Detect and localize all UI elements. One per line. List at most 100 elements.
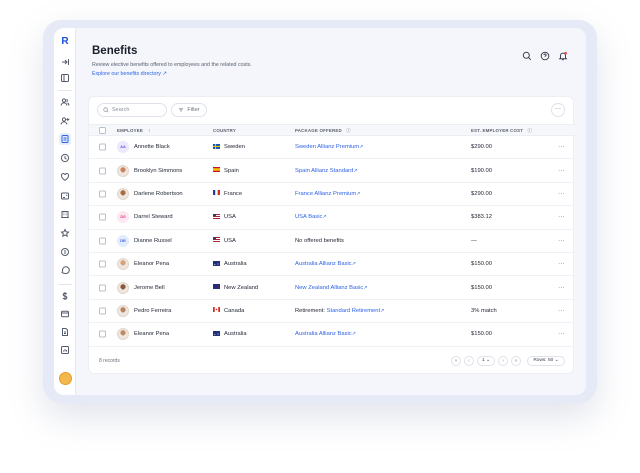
row-menu-button[interactable]: ··· bbox=[558, 308, 565, 314]
table-row[interactable]: AA Annette Black Sweden Sweden Allianz Prem… bbox=[89, 136, 575, 160]
document-icon[interactable] bbox=[59, 326, 71, 338]
employee-country: New Zealand bbox=[213, 284, 258, 291]
table-row[interactable]: Eleanor Pena Australia Australia Allianz B… bbox=[89, 323, 575, 347]
package-link[interactable]: USA Basic↗ bbox=[295, 214, 327, 220]
chat-icon[interactable] bbox=[59, 264, 71, 276]
table-row[interactable]: DS Darrel Steward USA USA Basic↗ $383.12 ··· bbox=[89, 206, 575, 230]
column-cost-label: EST. EMPLOYER COST bbox=[471, 128, 524, 133]
employee-name[interactable]: Eleanor Pena bbox=[134, 261, 169, 267]
collapse-icon[interactable] bbox=[59, 56, 71, 68]
external-link-icon: ↗ bbox=[322, 214, 327, 221]
employer-cost: $290.00 bbox=[471, 190, 492, 197]
employee-name[interactable]: Dianne Russel bbox=[134, 238, 172, 244]
column-package[interactable]: PACKAGE OFFERED ⓘ bbox=[295, 128, 351, 134]
row-checkbox[interactable] bbox=[99, 307, 106, 315]
search-icon[interactable] bbox=[522, 48, 532, 61]
external-link-icon: ↗ bbox=[363, 284, 368, 291]
row-menu-button[interactable]: ··· bbox=[558, 191, 565, 197]
heart-icon[interactable] bbox=[59, 171, 71, 183]
row-checkbox[interactable] bbox=[99, 260, 106, 268]
employee-name[interactable]: Darlene Robertson bbox=[134, 191, 183, 197]
star-icon[interactable] bbox=[59, 227, 71, 239]
page-select[interactable]: 1 ⌄ bbox=[477, 356, 495, 366]
notification-bell-icon[interactable] bbox=[558, 48, 568, 61]
package-link[interactable]: Spain Allianz Standard↗ bbox=[295, 168, 358, 174]
people-icon[interactable] bbox=[59, 96, 71, 108]
package-link[interactable]: Australia Allianz Basic↗ bbox=[295, 261, 356, 267]
package-link[interactable]: Standard Retirement↗ bbox=[327, 308, 385, 314]
dollar-icon[interactable] bbox=[59, 290, 71, 302]
filter-button[interactable]: Filter bbox=[171, 103, 207, 117]
coin-icon[interactable] bbox=[59, 246, 71, 258]
help-icon[interactable] bbox=[540, 48, 550, 61]
row-checkbox[interactable] bbox=[99, 213, 106, 221]
last-page-button[interactable]: » bbox=[511, 356, 521, 366]
country-name: USA bbox=[224, 237, 236, 244]
next-page-button[interactable]: › bbox=[498, 356, 508, 366]
employee-name[interactable]: Jerome Bell bbox=[134, 285, 165, 291]
explore-benefits-link[interactable]: Explore our benefits directory ↗ bbox=[92, 71, 167, 77]
table-row[interactable]: Pedro Ferreira Canada Retirement: Standard… bbox=[89, 300, 575, 324]
report-icon[interactable] bbox=[59, 344, 71, 356]
column-employee[interactable]: EMPLOYEE ↑ bbox=[117, 128, 151, 133]
user-avatar[interactable] bbox=[59, 372, 72, 385]
add-user-icon[interactable] bbox=[59, 115, 71, 127]
package-link[interactable]: New Zealand Allianz Basic↗ bbox=[295, 285, 368, 291]
id-card-icon[interactable] bbox=[59, 190, 71, 202]
table-row[interactable]: Eleanor Pena Australia Australia Allianz B… bbox=[89, 253, 575, 277]
search-input[interactable]: Search bbox=[97, 103, 167, 117]
clock-icon[interactable] bbox=[59, 152, 71, 164]
row-menu-button[interactable]: ··· bbox=[558, 261, 565, 267]
country-name: Canada bbox=[224, 308, 245, 314]
employer-cost: 3% match bbox=[471, 307, 497, 314]
card-icon[interactable] bbox=[59, 308, 71, 320]
employee-country: Spain bbox=[213, 167, 239, 174]
row-menu-button[interactable]: ··· bbox=[558, 144, 565, 150]
row-checkbox[interactable] bbox=[99, 237, 106, 245]
external-link-icon: ↗ bbox=[359, 144, 364, 151]
row-menu-button[interactable]: ··· bbox=[558, 285, 565, 291]
table-row[interactable]: Darlene Robertson France France Allianz Pr… bbox=[89, 183, 575, 207]
row-checkbox[interactable] bbox=[99, 167, 106, 175]
row-menu-button[interactable]: ··· bbox=[558, 168, 565, 174]
logo[interactable]: R bbox=[59, 36, 71, 48]
avatar bbox=[117, 328, 129, 341]
row-checkbox[interactable] bbox=[99, 330, 106, 338]
table-row[interactable]: Jerome Bell New Zealand New Zealand Allian… bbox=[89, 276, 575, 300]
row-checkbox[interactable] bbox=[99, 190, 106, 198]
building-icon[interactable] bbox=[59, 208, 71, 220]
row-menu-button[interactable]: ··· bbox=[558, 331, 565, 337]
row-checkbox[interactable] bbox=[99, 143, 106, 151]
package-link[interactable]: Sweden Allianz Premium↗ bbox=[295, 144, 363, 150]
benefits-icon[interactable] bbox=[59, 133, 71, 145]
rows-per-page-select[interactable]: Rows: 50 ⌄ bbox=[527, 356, 565, 366]
row-menu-button[interactable]: ··· bbox=[558, 238, 565, 244]
panel-icon[interactable] bbox=[59, 72, 71, 84]
table-footer: 8 records « ‹ 1 ⌄ › » Rows: 50 ⌄ bbox=[89, 351, 575, 373]
row-menu-button[interactable]: ··· bbox=[558, 214, 565, 220]
prev-page-button[interactable]: ‹ bbox=[464, 356, 474, 366]
package-link[interactable]: France Allianz Premium↗ bbox=[295, 191, 360, 197]
external-link-icon: ↗ bbox=[353, 167, 358, 174]
employee-name[interactable]: Annette Black bbox=[134, 144, 170, 150]
employee-name[interactable]: Brooklyn Simmons bbox=[134, 168, 182, 174]
row-checkbox[interactable] bbox=[99, 284, 106, 292]
employee-country: Australia bbox=[213, 330, 247, 337]
employee-name[interactable]: Darrel Steward bbox=[134, 214, 173, 220]
package-link-label: New Zealand Allianz Basic bbox=[295, 284, 364, 291]
select-all-checkbox[interactable] bbox=[99, 127, 106, 134]
employee-name[interactable]: Eleanor Pena bbox=[134, 331, 169, 337]
table-row[interactable]: Brooklyn Simmons Spain Spain Allianz Stand… bbox=[89, 159, 575, 183]
first-page-button[interactable]: « bbox=[451, 356, 461, 366]
employer-cost: $150.00 bbox=[471, 284, 492, 291]
column-cost[interactable]: EST. EMPLOYER COST ⓘ bbox=[471, 128, 532, 134]
employer-cost: $190.00 bbox=[471, 167, 492, 174]
search-placeholder: Search bbox=[112, 107, 130, 113]
column-package-label: PACKAGE OFFERED bbox=[295, 128, 342, 133]
more-options-button[interactable]: ··· bbox=[551, 103, 565, 117]
table-row[interactable]: DR Dianne Russel USA No offered benefits — ··… bbox=[89, 230, 575, 253]
column-country[interactable]: COUNTRY bbox=[213, 128, 236, 133]
package-link[interactable]: Australia Allianz Basic↗ bbox=[295, 331, 356, 337]
employee-name[interactable]: Pedro Ferreira bbox=[134, 308, 171, 314]
filter-label: Filter bbox=[187, 107, 200, 113]
